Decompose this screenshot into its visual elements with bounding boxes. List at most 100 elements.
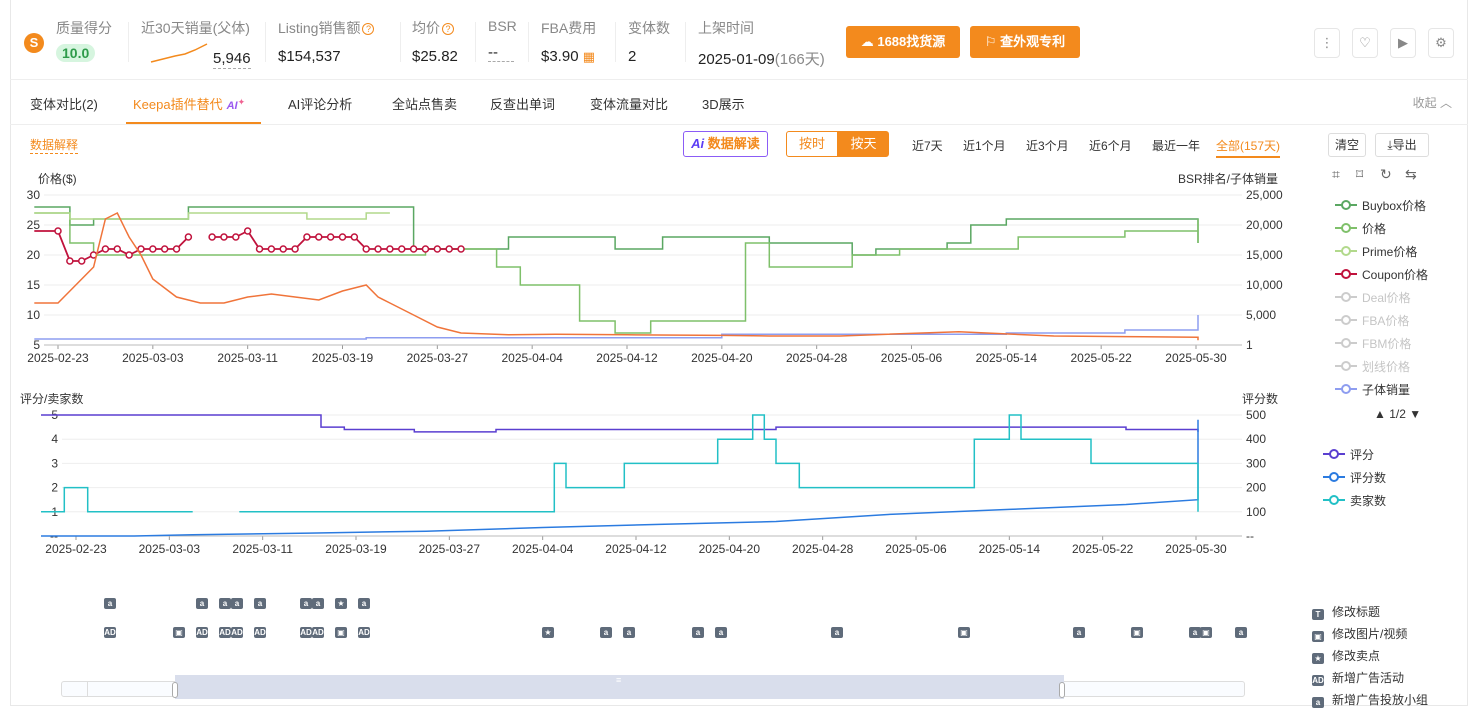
event-marker-icon[interactable]: ▣ [335, 627, 347, 638]
legend-item-rating[interactable]: 卖家数 [1323, 492, 1386, 509]
y2-tick-label: 100 [1246, 505, 1266, 519]
series-point [338, 233, 347, 241]
help-icon[interactable]: ? [442, 23, 454, 35]
video-icon[interactable]: ▶ [1390, 28, 1416, 58]
by-hour-toggle[interactable]: 按时 [786, 131, 838, 157]
legend-item-price[interactable]: FBA价格 [1335, 312, 1409, 329]
range-all[interactable]: 全部(157天) [1216, 137, 1281, 158]
refresh-icon[interactable]: ↻ [1380, 166, 1392, 183]
event-marker-icon[interactable]: a [219, 598, 231, 609]
event-marker-icon[interactable]: a [312, 598, 324, 609]
x-tick-label: 2025-05-22 [1070, 351, 1132, 365]
range-3m[interactable]: 近3个月 [1026, 137, 1069, 154]
event-marker-icon[interactable]: AD [358, 627, 370, 638]
clear-button[interactable]: 清空 [1328, 133, 1366, 157]
crop-reset-icon[interactable]: ⌑ [1356, 166, 1363, 183]
event-marker-icon[interactable]: a [300, 598, 312, 609]
tab-variant-traffic[interactable]: 变体流量对比 [590, 94, 668, 113]
tab-all-sites[interactable]: 全站点售卖 [392, 94, 457, 113]
event-marker-icon[interactable]: a [600, 627, 612, 638]
series-point [77, 257, 86, 265]
event-marker-icon[interactable]: a [1073, 627, 1085, 638]
tab-3d-view[interactable]: 3D展示 [702, 94, 745, 113]
range-1y[interactable]: 最近一年 [1152, 137, 1200, 154]
legend-item-rating[interactable]: 评分数 [1323, 469, 1386, 486]
legend-item-price[interactable]: Coupon价格 [1335, 266, 1428, 283]
quality-value: 10.0 [56, 44, 96, 62]
y2-tick-label: 5,000 [1246, 308, 1276, 322]
event-marker-icon[interactable]: AD [231, 627, 243, 638]
event-marker-icon[interactable]: ▣ [1131, 627, 1143, 638]
legend-item-price[interactable]: Buybox价格 [1335, 197, 1426, 214]
export-button[interactable]: ⤓导出 [1375, 133, 1429, 157]
range-1m[interactable]: 近1个月 [963, 137, 1006, 154]
collapse-button[interactable]: 收起 ︿ [1413, 94, 1452, 111]
crop-icon[interactable]: ⌗ [1332, 166, 1340, 183]
series-point [433, 245, 442, 253]
settings-icon[interactable]: ⚙ [1428, 28, 1454, 58]
event-marker-icon[interactable]: AD [104, 627, 116, 638]
x-tick-label: 2025-03-27 [407, 351, 469, 365]
tab-ai-review[interactable]: AI评论分析 [288, 94, 352, 113]
event-marker-icon[interactable]: AD [219, 627, 231, 638]
find-source-1688-button[interactable]: ☁ 1688找货源 [846, 26, 960, 58]
product-header: S 质量得分 10.0 近30天销量(父体) 5,946 Listing销售额?… [10, 0, 1468, 80]
event-marker-icon[interactable]: AD [254, 627, 266, 638]
event-marker-icon[interactable]: ★ [335, 598, 347, 609]
data-explanation-link[interactable]: 数据解释 [30, 136, 79, 154]
event-marker-icon[interactable]: a [231, 598, 243, 609]
event-marker-icon[interactable]: ▣ [958, 627, 970, 638]
help-icon[interactable]: ? [362, 23, 375, 35]
slider-handle-right[interactable] [1059, 682, 1065, 698]
range-7d[interactable]: 近7天 [912, 137, 943, 154]
event-marker-icon[interactable]: a [623, 627, 635, 638]
slider-window[interactable]: ≡ [175, 675, 1064, 699]
legend-item-rating[interactable]: 评分 [1323, 446, 1374, 463]
event-marker-icon[interactable]: ★ [542, 627, 554, 638]
heart-icon[interactable]: ♡ [1352, 28, 1378, 58]
time-range-slider[interactable]: ≡ [61, 675, 1245, 699]
legend-swatch-icon [1335, 222, 1357, 234]
event-marker-icon[interactable]: a [254, 598, 266, 609]
tab-keepa[interactable]: Keepa插件替代 AI✦ [133, 94, 245, 113]
legend-item-price[interactable]: FBM价格 [1335, 335, 1411, 352]
legend-item-price[interactable]: Deal价格 [1335, 289, 1411, 306]
x-tick-label: 2025-05-06 [881, 351, 943, 365]
more-icon[interactable]: ⋮ [1314, 28, 1340, 58]
event-marker-icon[interactable]: a [831, 627, 843, 638]
event-marker-icon[interactable]: a [1235, 627, 1247, 638]
quality-label: 质量得分 [56, 20, 112, 36]
check-patent-button[interactable]: ⚐ 查外观专利 [970, 26, 1080, 58]
legend-item-price[interactable]: 子体销量 [1335, 381, 1410, 398]
range-6m[interactable]: 近6个月 [1089, 137, 1132, 154]
fba-value: $3.90 [541, 48, 579, 65]
event-marker-icon[interactable]: ▣ [1200, 627, 1212, 638]
by-day-toggle[interactable]: 按天 [838, 131, 889, 157]
divider [265, 22, 266, 62]
event-type-icon: ★ [1312, 653, 1324, 664]
event-marker-icon[interactable]: a [715, 627, 727, 638]
ai-data-interpret-button[interactable]: Ai 数据解读 [683, 131, 768, 157]
legend-pager[interactable]: ▲ 1/2 ▼ [1374, 407, 1421, 421]
calculator-icon[interactable]: ▦ [583, 49, 595, 64]
event-marker-icon[interactable]: a [692, 627, 704, 638]
legend-item-price[interactable]: 价格 [1335, 220, 1386, 237]
event-marker-icon[interactable]: AD [312, 627, 324, 638]
event-marker-icon[interactable]: a [104, 598, 116, 609]
swap-icon[interactable]: ⇆ [1405, 166, 1417, 183]
legend-item-price[interactable]: Prime价格 [1335, 243, 1417, 260]
event-marker-icon[interactable]: ▣ [173, 627, 185, 638]
slider-handle-left[interactable] [172, 682, 178, 698]
tab-variant-compare[interactable]: 变体对比(2) [30, 94, 98, 113]
tab-reverse-keywords[interactable]: 反查出单词 [490, 94, 555, 113]
legend-item-price[interactable]: 划线价格 [1335, 358, 1410, 375]
avg-price-value: $25.82 [412, 48, 458, 65]
price-bsr-chart[interactable]: 价格($) BSR排名/子体销量3025201510525,00020,00015… [10, 160, 1300, 375]
x-tick-label: 2025-04-04 [512, 542, 574, 556]
event-marker-icon[interactable]: AD [196, 627, 208, 638]
event-marker-icon[interactable]: a [358, 598, 370, 609]
event-marker-icon[interactable]: AD [300, 627, 312, 638]
rating-sellers-chart[interactable]: 评分/卖家数 评分数54321--500400300200100--2025-02… [10, 380, 1300, 560]
event-marker-icon[interactable]: a [196, 598, 208, 609]
x-tick-label: 2025-02-23 [45, 542, 107, 556]
